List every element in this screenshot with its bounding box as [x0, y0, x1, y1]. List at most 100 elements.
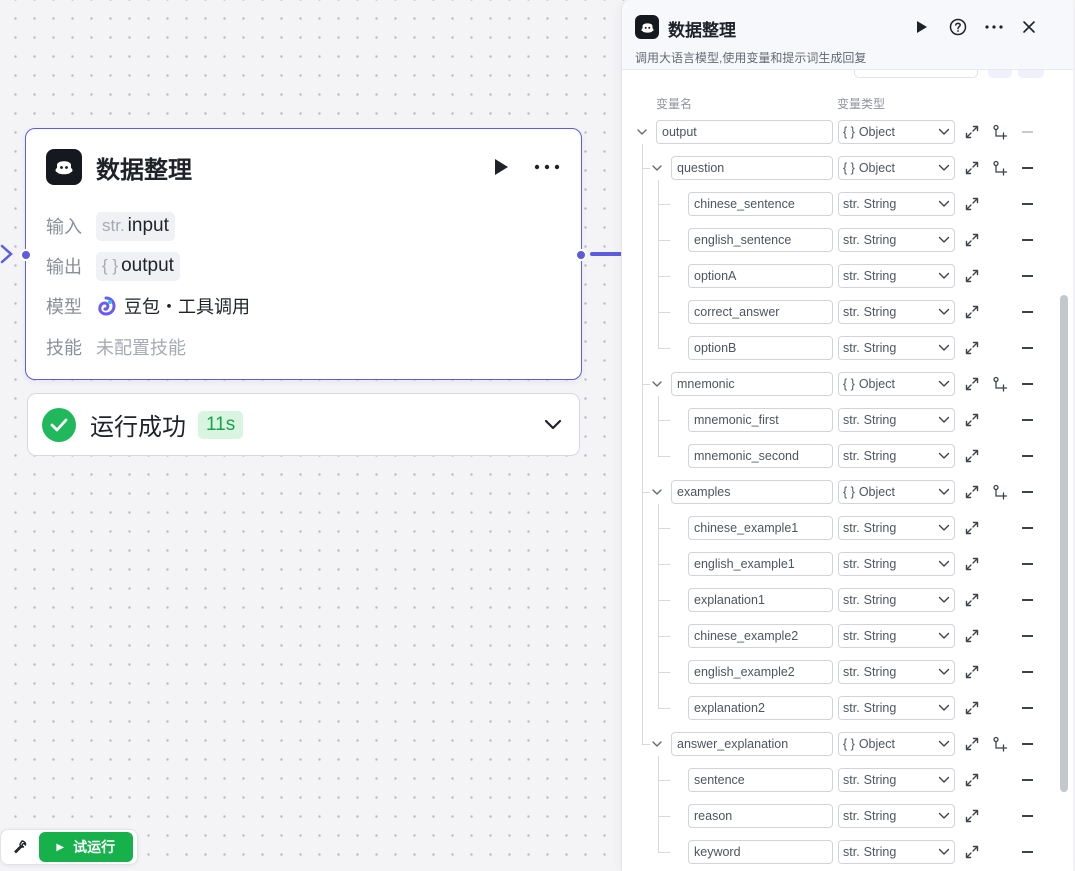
variable-name-input[interactable]: english_example1: [688, 552, 833, 576]
variable-name-input[interactable]: output: [656, 120, 833, 144]
variable-type-select[interactable]: str. String: [838, 552, 955, 576]
workflow-canvas[interactable]: 数据整理 输入 str. input 输出 { } output 模型 豆包・工…: [0, 0, 1075, 871]
expand-icon[interactable]: [965, 701, 979, 715]
expand-icon[interactable]: [965, 593, 979, 607]
variable-type-select[interactable]: { } Object: [838, 156, 955, 180]
remove-icon[interactable]: [1022, 167, 1033, 169]
variable-name-input[interactable]: reason: [688, 804, 833, 828]
expand-icon[interactable]: [965, 737, 979, 751]
variable-type-select[interactable]: str. String: [838, 516, 955, 540]
expand-icon[interactable]: [965, 161, 979, 175]
remove-icon[interactable]: [1022, 419, 1033, 421]
remove-icon[interactable]: [1022, 275, 1033, 277]
expand-icon[interactable]: [965, 557, 979, 571]
variable-name-input[interactable]: question: [671, 156, 833, 180]
variable-name-input[interactable]: mnemonic: [671, 372, 833, 396]
expand-icon[interactable]: [965, 665, 979, 679]
expand-icon[interactable]: [965, 521, 979, 535]
remove-icon[interactable]: [1022, 347, 1033, 349]
expand-icon[interactable]: [965, 269, 979, 283]
panel-scrollbar[interactable]: [1060, 295, 1068, 792]
variable-name-input[interactable]: keyword: [688, 840, 833, 864]
variable-name-input[interactable]: chinese_sentence: [688, 192, 833, 216]
more-icon[interactable]: [533, 155, 561, 179]
variable-type-select[interactable]: str. String: [838, 696, 955, 720]
add-child-icon[interactable]: [992, 124, 1008, 140]
expand-icon[interactable]: [965, 413, 979, 427]
variable-name-input[interactable]: correct_answer: [688, 300, 833, 324]
variable-name-input[interactable]: english_sentence: [688, 228, 833, 252]
variable-name-input[interactable]: chinese_example2: [688, 624, 833, 648]
trial-run-button[interactable]: ▶ 试运行: [38, 832, 133, 862]
play-icon[interactable]: [909, 14, 935, 40]
remove-icon[interactable]: [1022, 131, 1033, 133]
llm-node-card[interactable]: 数据整理 输入 str. input 输出 { } output 模型 豆包・工…: [20, 128, 587, 380]
add-child-icon[interactable]: [992, 160, 1008, 176]
variable-type-select[interactable]: str. String: [838, 840, 955, 864]
chevron-down-icon[interactable]: [541, 413, 565, 437]
remove-icon[interactable]: [1022, 239, 1033, 241]
variable-type-select[interactable]: str. String: [838, 660, 955, 684]
wrench-icon[interactable]: [5, 832, 35, 862]
output-port[interactable]: [575, 249, 587, 261]
run-status-bar[interactable]: 运行成功 11s: [27, 393, 580, 456]
variable-type-select[interactable]: str. String: [838, 804, 955, 828]
variable-name-input[interactable]: optionB: [688, 336, 833, 360]
variable-type-select[interactable]: str. String: [838, 336, 955, 360]
remove-icon[interactable]: [1022, 311, 1033, 313]
variable-name-input[interactable]: optionA: [688, 264, 833, 288]
chevron-down-icon[interactable]: [651, 378, 663, 390]
variable-type-select[interactable]: str. String: [838, 588, 955, 612]
variable-name-input[interactable]: mnemonic_first: [688, 408, 833, 432]
variable-type-select[interactable]: { } Object: [838, 372, 955, 396]
variable-type-select[interactable]: { } Object: [838, 732, 955, 756]
more-icon[interactable]: [981, 14, 1007, 40]
variable-type-select[interactable]: str. String: [838, 300, 955, 324]
variable-type-select[interactable]: { } Object: [838, 120, 955, 144]
remove-icon[interactable]: [1022, 455, 1033, 457]
variable-name-input[interactable]: examples: [671, 480, 833, 504]
chevron-down-icon[interactable]: [636, 126, 648, 138]
remove-icon[interactable]: [1022, 671, 1033, 673]
help-icon[interactable]: [945, 14, 971, 40]
expand-icon[interactable]: [965, 233, 979, 247]
variable-type-select[interactable]: str. String: [838, 192, 955, 216]
expand-icon[interactable]: [965, 449, 979, 463]
variable-name-input[interactable]: mnemonic_second: [688, 444, 833, 468]
expand-icon[interactable]: [965, 125, 979, 139]
expand-icon[interactable]: [965, 629, 979, 643]
variable-type-select[interactable]: str. String: [838, 444, 955, 468]
remove-icon[interactable]: [1022, 563, 1033, 565]
remove-icon[interactable]: [1022, 635, 1033, 637]
remove-icon[interactable]: [1022, 599, 1033, 601]
remove-icon[interactable]: [1022, 491, 1033, 493]
remove-icon[interactable]: [1022, 779, 1033, 781]
expand-icon[interactable]: [965, 197, 979, 211]
remove-icon[interactable]: [1022, 815, 1033, 817]
remove-icon[interactable]: [1022, 707, 1033, 709]
expand-icon[interactable]: [965, 809, 979, 823]
variable-name-input[interactable]: chinese_example1: [688, 516, 833, 540]
chevron-down-icon[interactable]: [651, 162, 663, 174]
add-child-icon[interactable]: [992, 376, 1008, 392]
chevron-down-icon[interactable]: [651, 486, 663, 498]
expand-icon[interactable]: [965, 485, 979, 499]
remove-icon[interactable]: [1022, 743, 1033, 745]
add-child-icon[interactable]: [992, 736, 1008, 752]
play-icon[interactable]: [491, 155, 511, 179]
close-icon[interactable]: [1016, 14, 1042, 40]
variable-name-input[interactable]: sentence: [688, 768, 833, 792]
variable-type-select[interactable]: str. String: [838, 624, 955, 648]
variable-type-select[interactable]: str. String: [838, 228, 955, 252]
expand-icon[interactable]: [965, 845, 979, 859]
variable-type-select[interactable]: { } Object: [838, 480, 955, 504]
variable-type-select[interactable]: str. String: [838, 264, 955, 288]
expand-icon[interactable]: [965, 305, 979, 319]
expand-icon[interactable]: [965, 377, 979, 391]
expand-icon[interactable]: [965, 773, 979, 787]
chevron-down-icon[interactable]: [651, 738, 663, 750]
variable-type-select[interactable]: str. String: [838, 768, 955, 792]
variable-type-select[interactable]: str. String: [838, 408, 955, 432]
input-port[interactable]: [20, 249, 32, 261]
variable-name-input[interactable]: explanation2: [688, 696, 833, 720]
